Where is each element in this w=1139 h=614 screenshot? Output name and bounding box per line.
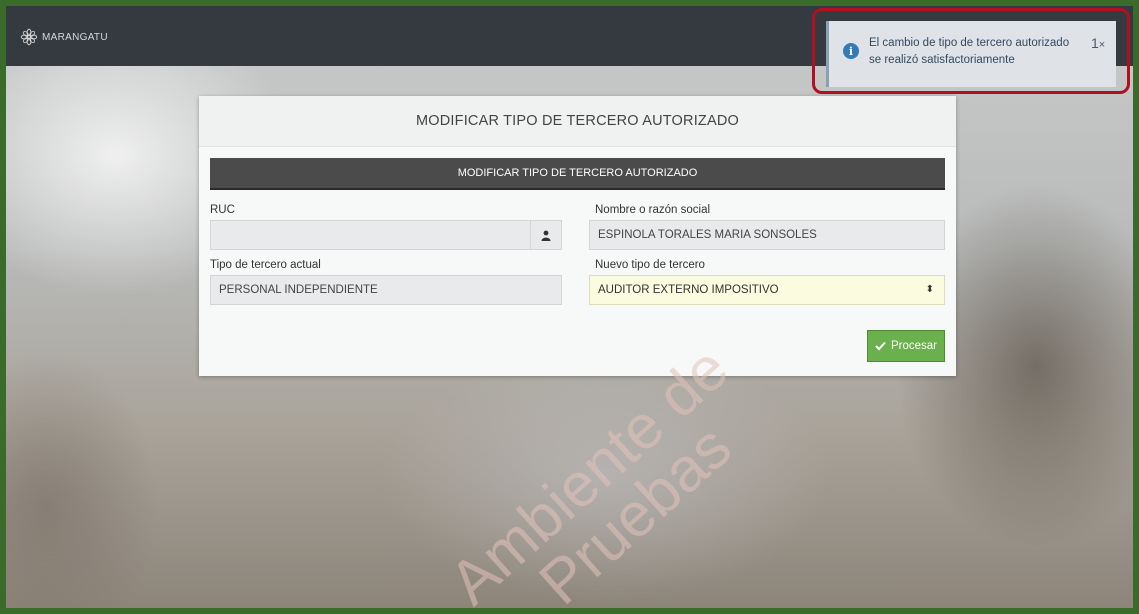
process-button[interactable]: Procesar [867,330,945,362]
current-type-field: PERSONAL INDEPENDIENTE [210,275,562,305]
user-icon [530,221,561,249]
check-icon [875,341,886,351]
card-title: MODIFICAR TIPO DE TERCERO AUTORIZADO [199,96,956,147]
name-value: ESPINOLA TORALES MARIA SONSOLES [598,229,817,241]
section-header: MODIFICAR TIPO DE TERCERO AUTORIZADO [210,158,945,190]
watermark-line2: Pruebas [526,412,745,608]
marangatu-logo-icon [20,28,38,46]
name-label: Nombre o razón social [595,204,711,216]
app-frame: MARANGATU MODIFICAR TIPO DE TERCERO AUTO… [6,6,1133,608]
new-type-label: Nuevo tipo de tercero [595,259,705,271]
ruc-field[interactable] [210,220,562,250]
modify-third-party-card: MODIFICAR TIPO DE TERCERO AUTORIZADO MOD… [199,96,956,376]
current-type-value: PERSONAL INDEPENDIENTE [219,284,378,296]
toast-highlight-outline [812,8,1130,94]
logo-text: MARANGATU [42,31,108,43]
ruc-label: RUC [210,204,235,216]
process-button-label: Procesar [890,340,938,352]
select-arrows-icon: ⬍ [925,284,934,295]
new-type-select[interactable]: AUDITOR EXTERNO IMPOSITIVO ⬍ [589,275,945,305]
new-type-value: AUDITOR EXTERNO IMPOSITIVO [598,284,779,296]
name-field: ESPINOLA TORALES MARIA SONSOLES [589,220,945,250]
logo[interactable]: MARANGATU [20,28,108,46]
current-type-label: Tipo de tercero actual [210,259,321,271]
